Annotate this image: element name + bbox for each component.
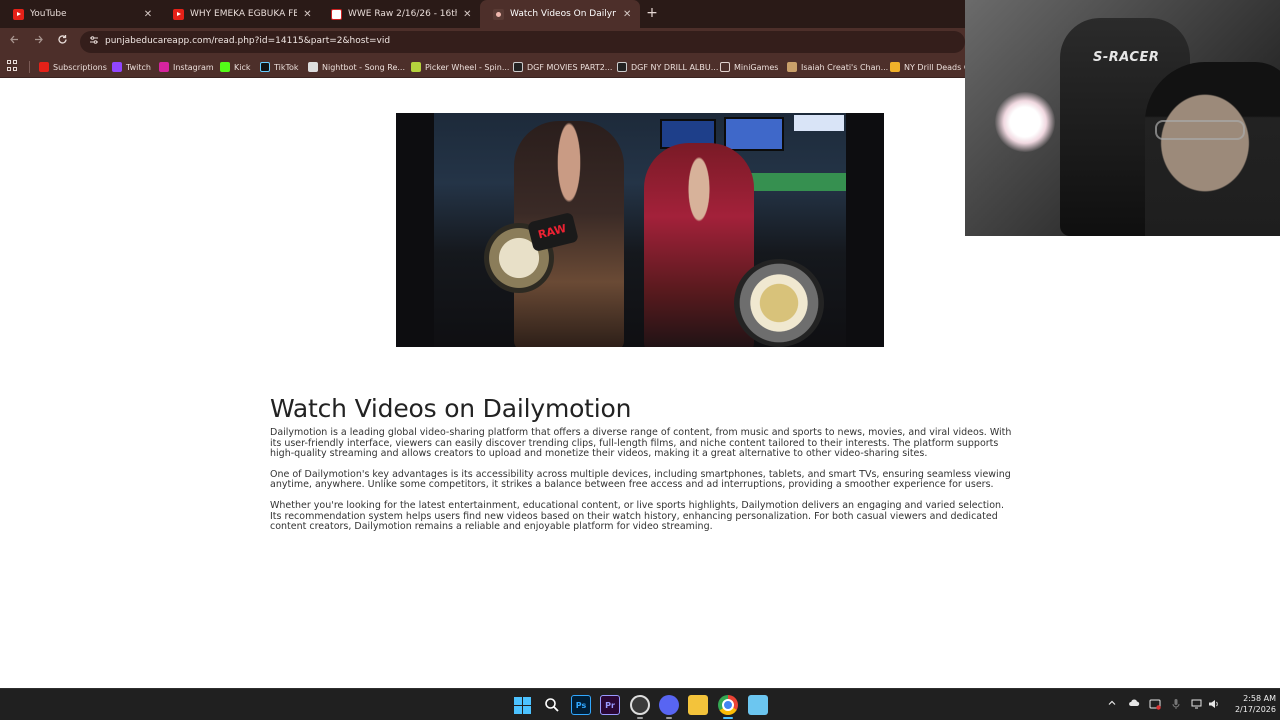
chrome-icon[interactable]: [718, 695, 738, 715]
webcam-overlay: S-RACER: [965, 0, 1280, 236]
mic-flag-label: RAW: [536, 221, 568, 242]
bookmark-label: MiniGames: [734, 62, 779, 72]
wwe-icon: [331, 8, 342, 20]
bookmark-label: Isaiah Creati's Chan...: [801, 62, 889, 72]
running-indicator: [637, 717, 643, 719]
tab-dailymotion[interactable]: Watch Videos On Dailymotion ✕: [480, 0, 640, 28]
bookmark-label: DGF MOVIES PART2...: [527, 62, 613, 72]
streamer: [1145, 62, 1280, 236]
bookmark-label: Twitch: [126, 62, 151, 72]
instagram-icon: [159, 62, 169, 72]
youtube-icon: [173, 8, 184, 20]
championship-belt: [734, 259, 824, 347]
tab-why-emeka[interactable]: WHY EMEKA EGBUKA FELL OFF ✕: [160, 0, 320, 28]
taskbar: Ps Pr 2:58 AM 2/17/2026: [0, 688, 1280, 720]
bookmark-instagram[interactable]: Instagram: [159, 59, 214, 75]
tab-title: YouTube: [30, 9, 67, 19]
bookmark-picker-wheel[interactable]: Picker Wheel - Spin...: [411, 59, 509, 75]
chair-brand-label: S-RACER: [1093, 50, 1160, 65]
bookmark-minigames[interactable]: MiniGames: [720, 59, 778, 75]
cloud-icon[interactable]: [1127, 698, 1141, 712]
obs-icon[interactable]: [630, 695, 650, 715]
bookmark-isaiah[interactable]: Isaiah Creati's Chan...: [787, 59, 888, 75]
back-icon[interactable]: [6, 34, 22, 50]
bookmark-label: Picker Wheel - Spin...: [425, 62, 510, 72]
bookmark-label: DGF NY DRILL ALBU...: [631, 62, 719, 72]
dailymotion-icon: [493, 8, 504, 20]
volume-icon[interactable]: [1207, 698, 1221, 712]
bookmark-label: Kick: [234, 62, 251, 72]
youtube-icon: [13, 8, 24, 20]
search-icon[interactable]: [542, 695, 562, 715]
apps-grid-icon[interactable]: [7, 60, 19, 72]
bookmark-label: Instagram: [173, 62, 214, 72]
chevron-up-icon[interactable]: [1105, 698, 1119, 712]
monitor-screen: [724, 117, 784, 151]
article-paragraph: Dailymotion is a leading global video-sh…: [270, 427, 1012, 460]
page-title: Watch Videos on Dailymotion: [270, 394, 632, 423]
monitor-screen: [794, 115, 844, 131]
video-frame: RAW: [434, 113, 846, 347]
bookmark-tiktok[interactable]: TikTok: [260, 59, 299, 75]
notepad-icon[interactable]: [748, 695, 768, 715]
close-icon[interactable]: ✕: [303, 9, 312, 20]
bookmark-label: Nightbot - Song Re...: [322, 62, 405, 72]
ring-light: [995, 92, 1055, 152]
video-player[interactable]: RAW: [396, 113, 884, 347]
url-text[interactable]: punjabeducareapp.com/read.php?id=14115&p…: [105, 36, 390, 46]
address-bar[interactable]: punjabeducareapp.com/read.php?id=14115&p…: [80, 31, 965, 53]
file-explorer-icon[interactable]: [688, 695, 708, 715]
site-info-icon[interactable]: [87, 35, 101, 49]
bookmark-nightbot[interactable]: Nightbot - Song Re...: [308, 59, 405, 75]
premiere-icon[interactable]: Pr: [600, 695, 620, 715]
bookmark-label: TikTok: [274, 62, 299, 72]
microphone-icon[interactable]: [1169, 698, 1183, 712]
bookmark-kick[interactable]: Kick: [220, 59, 251, 75]
reload-icon[interactable]: [54, 34, 70, 50]
bookmarks-separator: [29, 61, 30, 73]
close-icon[interactable]: ✕: [463, 9, 472, 20]
bookmark-icon: [890, 62, 900, 72]
folder-icon: [720, 62, 730, 72]
article: Watch Videos on Dailymotion Dailymotion …: [270, 394, 1015, 543]
document-icon: [617, 62, 627, 72]
close-icon[interactable]: ✕: [142, 9, 154, 20]
discord-icon[interactable]: [659, 695, 679, 715]
running-indicator: [666, 717, 672, 719]
tab-youtube[interactable]: YouTube ✕: [0, 0, 162, 28]
clock-date: 2/17/2026: [1234, 705, 1276, 714]
bookmark-label: Subscriptions: [53, 62, 107, 72]
tab-wwe-raw[interactable]: WWE Raw 2/16/26 - 16th Febru ✕: [318, 0, 480, 28]
document-icon: [513, 62, 523, 72]
sync-icon[interactable]: [1148, 698, 1162, 712]
forward-icon[interactable]: [30, 34, 46, 50]
article-paragraph: One of Dailymotion's key advantages is i…: [270, 468, 1011, 491]
pickerwheel-icon: [411, 62, 421, 72]
tab-title: WWE Raw 2/16/26 - 16th Febru: [348, 9, 457, 19]
photoshop-icon[interactable]: Ps: [571, 695, 591, 715]
tab-title: WHY EMEKA EGBUKA FELL OFF: [190, 9, 297, 19]
network-icon[interactable]: [1190, 698, 1204, 712]
bookmark-twitch[interactable]: Twitch: [112, 59, 151, 75]
channel-icon: [787, 62, 797, 72]
kick-icon: [220, 62, 230, 72]
bookmark-subscriptions[interactable]: Subscriptions: [39, 59, 107, 75]
tab-title: Watch Videos On Dailymotion: [510, 9, 616, 19]
glasses: [1155, 120, 1245, 140]
windows-start-icon[interactable]: [512, 695, 532, 715]
system-clock[interactable]: 2:58 AM 2/17/2026: [1224, 693, 1276, 715]
twitch-icon: [112, 62, 122, 72]
clock-time: 2:58 AM: [1243, 694, 1276, 703]
close-icon[interactable]: ✕: [622, 9, 632, 20]
nightbot-icon: [308, 62, 318, 72]
tiktok-icon: [260, 62, 270, 72]
active-indicator: [723, 717, 733, 719]
youtube-icon: [39, 62, 49, 72]
bookmark-dgf-drill[interactable]: DGF NY DRILL ALBU...: [617, 59, 718, 75]
article-paragraph: Whether you're looking for the latest en…: [270, 499, 1005, 533]
bookmark-dgf-movies[interactable]: DGF MOVIES PART2...: [513, 59, 612, 75]
new-tab-button[interactable]: +: [644, 5, 660, 21]
